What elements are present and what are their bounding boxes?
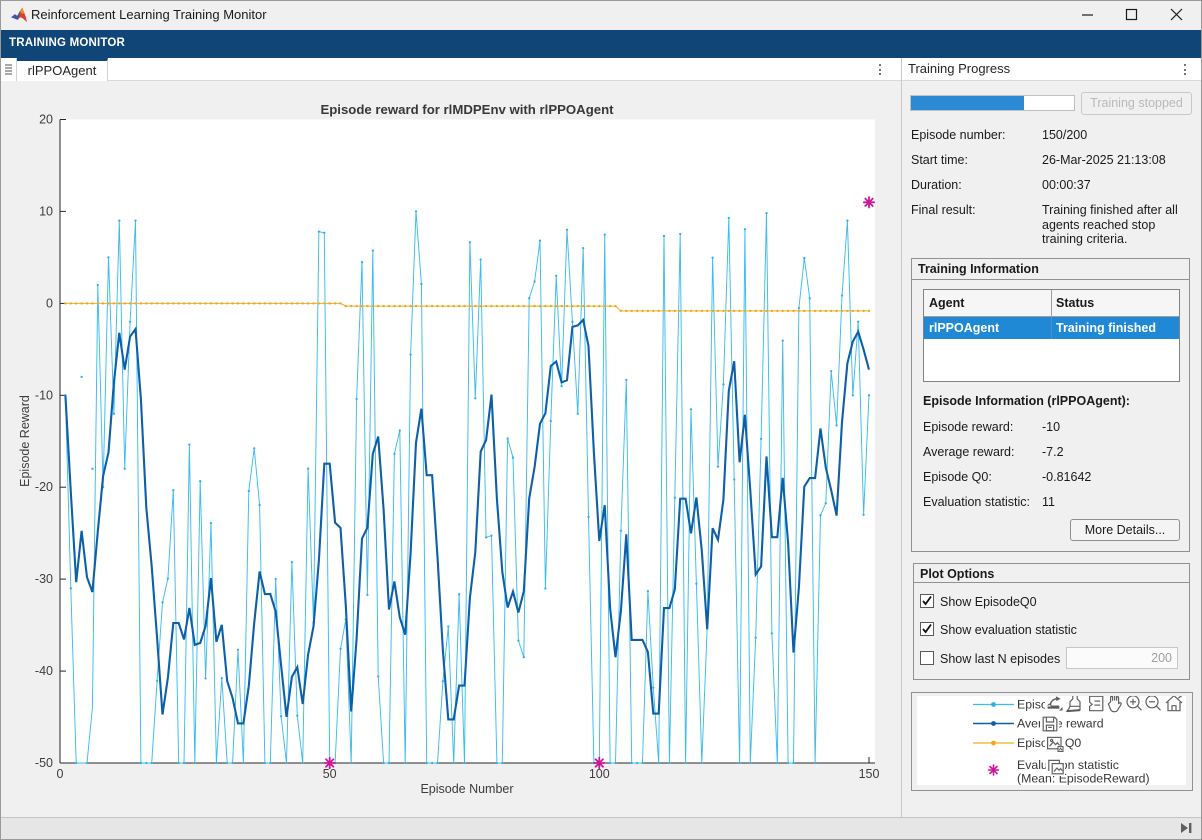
svg-text:Average reward: Average reward [1017,717,1104,731]
svg-text:-50: -50 [35,756,53,770]
svg-text:Evaluation statistic: Evaluation statistic [1017,758,1119,772]
svg-text:150: 150 [859,767,880,781]
svg-text:Episode Reward: Episode Reward [18,395,32,487]
svg-text:Episode Number: Episode Number [420,782,513,796]
svg-text:(Mean: EpisodeReward): (Mean: EpisodeReward) [1017,772,1150,786]
svg-text:20: 20 [39,113,53,127]
svg-text:-30: -30 [35,572,53,586]
svg-text:0: 0 [46,296,53,310]
svg-text:0: 0 [57,767,64,781]
svg-text:100: 100 [589,767,610,781]
svg-text:-40: -40 [35,664,53,678]
svg-text:Episode reward for rlMDPEnv wi: Episode reward for rlMDPEnv with rlPPOAg… [320,102,614,117]
svg-text:-10: -10 [35,388,53,402]
svg-text:10: 10 [39,204,53,218]
svg-text:-20: -20 [35,480,53,494]
svg-text:50: 50 [323,767,337,781]
